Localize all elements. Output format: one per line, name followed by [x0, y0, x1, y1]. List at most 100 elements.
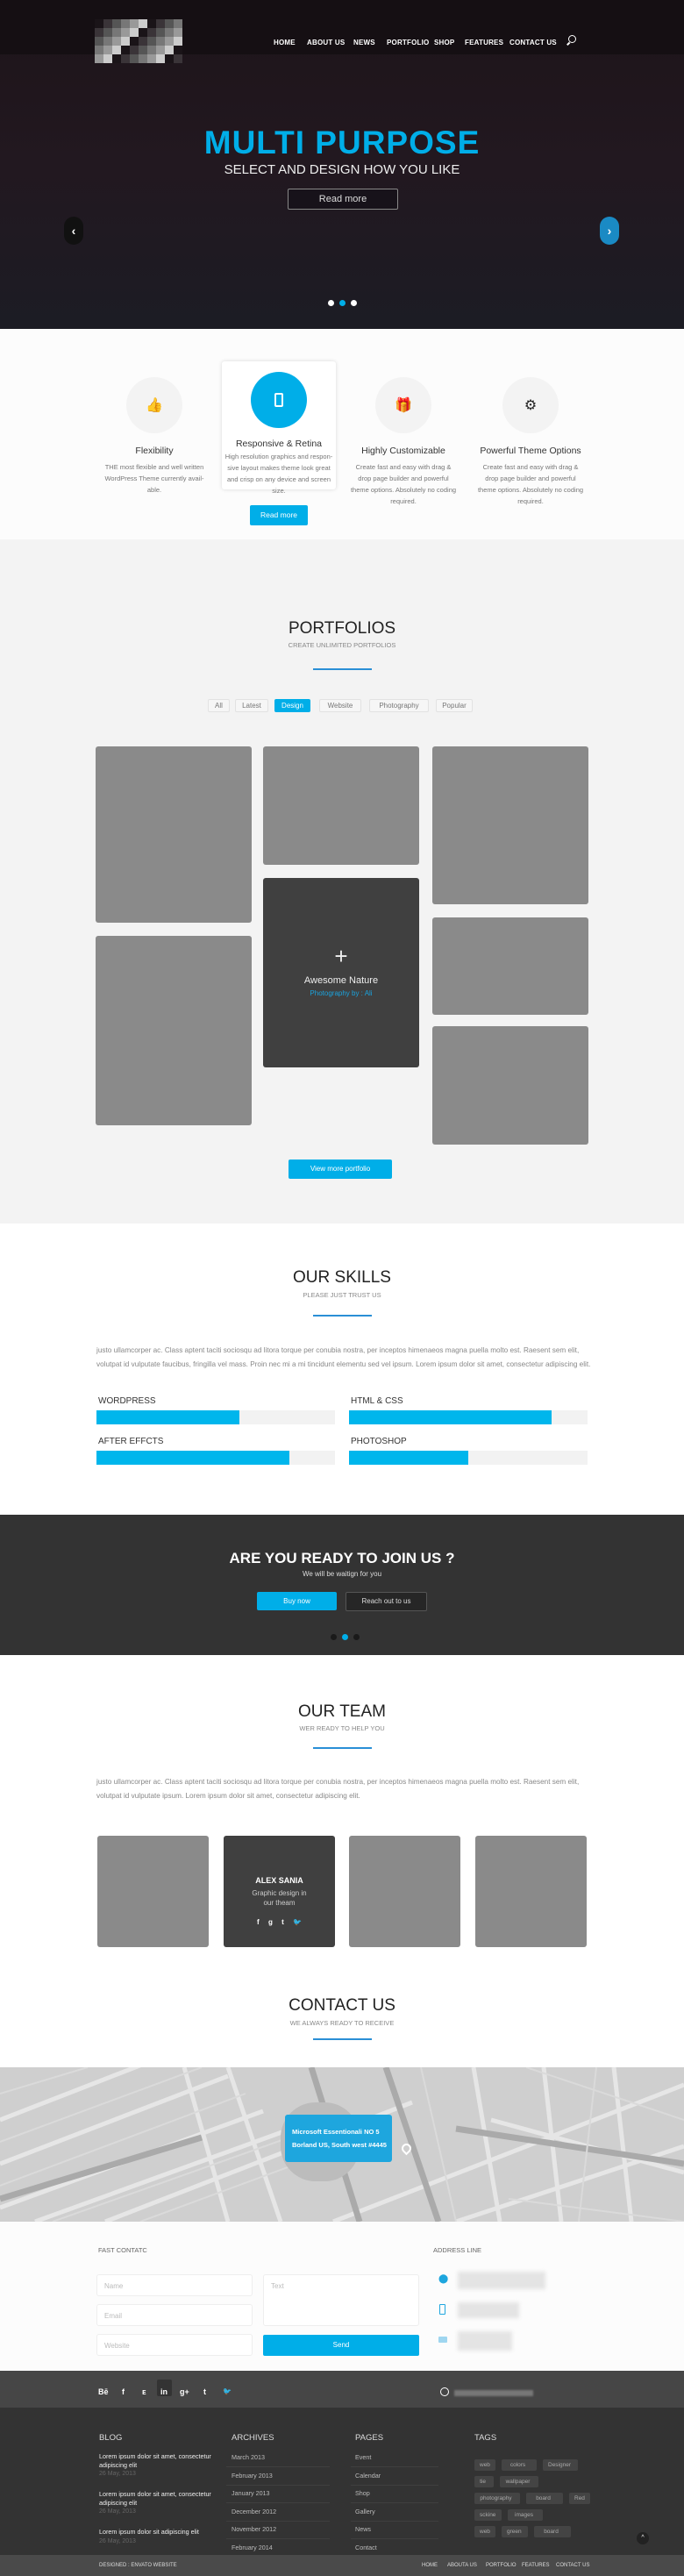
- portfolio-item[interactable]: [263, 746, 419, 865]
- tag[interactable]: green: [502, 2526, 528, 2537]
- archive-link[interactable]: February 2014: [232, 2544, 273, 2551]
- tag[interactable]: web: [474, 2526, 495, 2537]
- team-member[interactable]: [97, 1836, 209, 1947]
- feature-title: Responsive & Retina: [235, 439, 323, 449]
- team-member-active[interactable]: ALEX SANIA Graphic design in our theam f…: [224, 1836, 335, 1947]
- portfolio-item[interactable]: [96, 936, 252, 1125]
- email-input[interactable]: Email: [96, 2304, 253, 2326]
- cta-dot-1[interactable]: [331, 1634, 337, 1640]
- feature-title: Powerful Theme Options: [480, 446, 581, 456]
- tag[interactable]: Designer: [543, 2459, 578, 2471]
- filter-all[interactable]: All: [208, 699, 230, 712]
- filter-website[interactable]: Website: [319, 699, 361, 712]
- nav-home[interactable]: HOME: [274, 39, 296, 46]
- archive-link[interactable]: January 2013: [232, 2489, 270, 2497]
- linkedin-icon[interactable]: in: [160, 2387, 167, 2396]
- slide-dot-2[interactable]: [339, 300, 346, 306]
- tag[interactable]: sckine: [474, 2509, 502, 2521]
- logo[interactable]: [95, 19, 182, 63]
- behance-icon[interactable]: Bē: [98, 2387, 109, 2396]
- next-slide-button[interactable]: ›: [600, 217, 619, 245]
- portfolio-item[interactable]: [96, 746, 252, 923]
- facebook-icon[interactable]: f: [257, 1918, 260, 1926]
- location-icon: ⬤: [438, 2274, 449, 2284]
- blog-post-link[interactable]: Lorem ipsum dolor sit amet, consectetur …: [99, 2452, 211, 2470]
- tag[interactable]: colors: [502, 2459, 537, 2471]
- cta-dot-2[interactable]: [342, 1634, 348, 1640]
- blogger-icon[interactable]: ᴇ: [142, 2387, 146, 2396]
- filter-design[interactable]: Design: [274, 699, 310, 712]
- reach-out-button[interactable]: Reach out to us: [346, 1592, 427, 1611]
- tag[interactable]: Red: [569, 2493, 590, 2504]
- page-link[interactable]: Event: [355, 2453, 371, 2461]
- team-member[interactable]: [349, 1836, 460, 1947]
- archive-link[interactable]: March 2013: [232, 2453, 265, 2461]
- plus-icon[interactable]: +: [263, 943, 419, 970]
- tag[interactable]: board: [526, 2493, 563, 2504]
- facebook-icon[interactable]: f: [122, 2387, 125, 2396]
- tag[interactable]: images: [508, 2509, 543, 2521]
- name-input[interactable]: Name: [96, 2274, 253, 2296]
- filter-latest[interactable]: Latest: [235, 699, 268, 712]
- nav-shop[interactable]: SHOP: [434, 39, 454, 46]
- filter-photography[interactable]: Photography: [369, 699, 429, 712]
- page-link[interactable]: Gallery: [355, 2508, 375, 2515]
- prev-slide-button[interactable]: ‹: [64, 217, 83, 245]
- nav-news[interactable]: NEWS: [353, 39, 375, 46]
- page-link[interactable]: Contact: [355, 2544, 377, 2551]
- feature-responsive: Responsive & Retina High resolution grap…: [217, 372, 340, 525]
- skype-icon[interactable]: [440, 2387, 449, 2396]
- tag[interactable]: web: [474, 2459, 495, 2471]
- blog-post-link[interactable]: Lorem ipsum dolor sit adipiscing elit: [99, 2528, 211, 2537]
- tag[interactable]: tie: [474, 2476, 494, 2487]
- archive-link[interactable]: November 2012: [232, 2525, 276, 2533]
- slide-dot-3[interactable]: [351, 300, 357, 306]
- logo-pixel: [95, 37, 103, 46]
- page-link[interactable]: Shop: [355, 2489, 370, 2497]
- google-plus-icon[interactable]: g+: [180, 2387, 189, 2396]
- bottom-nav-link[interactable]: FEATURES: [522, 2563, 550, 2568]
- tag[interactable]: wallpaper: [500, 2476, 538, 2487]
- bottom-nav-link[interactable]: PORTFOLIO: [486, 2563, 517, 2568]
- logo-pixel: [165, 19, 174, 28]
- page-link[interactable]: Calendar: [355, 2472, 381, 2480]
- phone-icon: [439, 2304, 445, 2315]
- cta-dot-3[interactable]: [353, 1634, 360, 1640]
- nav-about[interactable]: ABOUT US: [307, 39, 345, 46]
- bottom-nav-link[interactable]: CONTACT US: [556, 2563, 589, 2568]
- buy-now-button[interactable]: Buy now: [257, 1592, 337, 1610]
- send-button[interactable]: Send: [263, 2335, 419, 2356]
- website-input[interactable]: Website: [96, 2334, 253, 2356]
- blog-post-link[interactable]: Lorem ipsum dolor sit amet, consectetur …: [99, 2490, 211, 2508]
- google-plus-icon[interactable]: g: [268, 1918, 273, 1926]
- scroll-top-button[interactable]: ^: [637, 2532, 649, 2544]
- filter-popular[interactable]: Popular: [436, 699, 473, 712]
- portfolio-item-hover[interactable]: + Awesome Nature Photography by : Ali: [263, 878, 419, 1067]
- nav-features[interactable]: FEATURES: [465, 39, 503, 46]
- archive-link[interactable]: February 2013: [232, 2472, 273, 2480]
- portfolio-item[interactable]: [432, 1026, 588, 1145]
- bottom-nav-link[interactable]: HOME: [422, 2563, 438, 2568]
- tumblr-icon[interactable]: t: [281, 1918, 284, 1926]
- twitter-icon[interactable]: 🐦: [223, 2387, 232, 2395]
- tumblr-icon[interactable]: t: [203, 2387, 206, 2396]
- text-input[interactable]: Text: [263, 2274, 419, 2326]
- bottom-nav-link[interactable]: ABOUTA US: [447, 2563, 477, 2568]
- divider: [313, 668, 372, 670]
- team-member[interactable]: [475, 1836, 587, 1947]
- nav-contact[interactable]: CONTACT US: [509, 39, 557, 46]
- logo-pixel: [156, 19, 165, 28]
- twitter-icon[interactable]: 🐦: [293, 1918, 302, 1926]
- tag[interactable]: board: [534, 2526, 571, 2537]
- nav-portfolio[interactable]: PORTFOLIO: [387, 39, 429, 46]
- view-more-portfolio-button[interactable]: View more portfolio: [289, 1160, 392, 1179]
- archive-link[interactable]: December 2012: [232, 2508, 276, 2515]
- page-link[interactable]: News: [355, 2525, 371, 2533]
- feature-read-more-button[interactable]: Read more: [250, 505, 308, 525]
- slide-dot-1[interactable]: [328, 300, 334, 306]
- tag[interactable]: photography: [474, 2493, 520, 2504]
- read-more-button[interactable]: Read more: [288, 189, 398, 210]
- portfolio-item[interactable]: [432, 746, 588, 904]
- portfolio-item[interactable]: [432, 917, 588, 1015]
- logo-pixel: [95, 46, 103, 54]
